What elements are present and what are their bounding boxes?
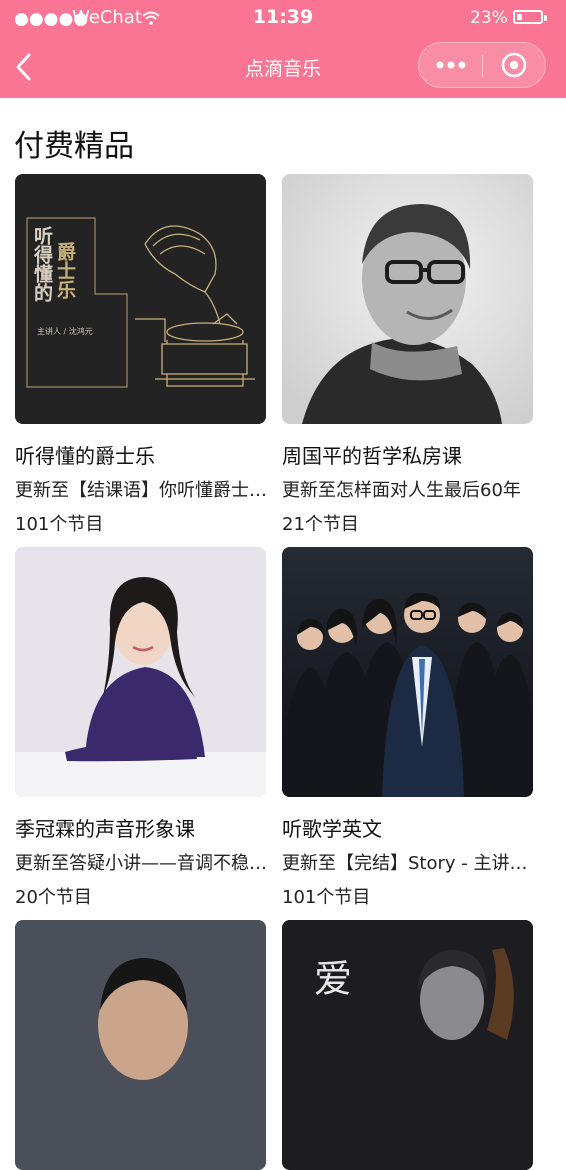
course-card[interactable]: 爱	[282, 920, 534, 1170]
more-button[interactable]	[419, 43, 482, 87]
cover-illustration: 爱	[282, 920, 533, 1170]
course-episode-count: 21个节目	[282, 514, 359, 535]
portrait-photo	[15, 547, 266, 797]
course-latest-update: 更新至答疑小讲——音调不稳怎么办	[15, 853, 267, 874]
more-dots-icon	[436, 61, 466, 69]
target-circle-icon	[501, 52, 527, 78]
cover-title-left: 听得懂的	[31, 225, 54, 302]
course-episode-count: 20个节目	[15, 887, 92, 908]
gramophone-cover-illustration: 爵士乐 听得懂的 主讲人 / 沈鸿元	[15, 174, 266, 424]
course-title: 听得懂的爵士乐	[15, 444, 155, 468]
cover-credit: 主讲人 / 沈鸿元	[37, 326, 93, 336]
portrait-photo	[282, 174, 533, 424]
course-card[interactable]: 爵士乐 听得懂的 主讲人 / 沈鸿元 听得懂的爵士乐 更新至【结课语】你听懂爵士…	[15, 174, 267, 535]
course-cover	[282, 547, 533, 797]
portrait-photo	[15, 920, 266, 1170]
app-header: ●●●●● WeChat 11:39 23% 点滴音乐	[0, 0, 566, 98]
course-card[interactable]: 听歌学英文 更新至【完结】Story - 主讲人寄语 101个节目	[282, 547, 534, 908]
battery-percent: 23%	[470, 8, 508, 28]
section-title: 付费精品	[14, 129, 134, 164]
course-cover: 爱	[282, 920, 533, 1170]
course-episode-count: 101个节目	[282, 887, 371, 908]
course-title: 季冠霖的声音形象课	[15, 817, 195, 841]
course-episode-count: 101个节目	[15, 514, 104, 535]
mini-program-capsule	[418, 42, 546, 88]
course-latest-update: 更新至怎样面对人生最后60年	[282, 480, 521, 501]
course-latest-update: 更新至【结课语】你听懂爵士乐了吗？	[15, 480, 267, 501]
battery-icon	[513, 10, 547, 24]
close-mini-program-button[interactable]	[483, 43, 545, 87]
course-latest-update: 更新至【完结】Story - 主讲人寄语	[282, 853, 534, 874]
status-bar: ●●●●● WeChat 11:39 23%	[0, 0, 566, 36]
course-card[interactable]	[15, 920, 267, 1170]
course-cover: 爵士乐 听得懂的 主讲人 / 沈鸿元	[15, 174, 266, 424]
course-card[interactable]: 周国平的哲学私房课 更新至怎样面对人生最后60年 21个节目	[282, 174, 534, 535]
course-cover	[15, 920, 266, 1170]
group-photo	[282, 547, 533, 797]
course-card[interactable]: 季冠霖的声音形象课 更新至答疑小讲——音调不稳怎么办 20个节目	[15, 547, 267, 908]
course-title: 周国平的哲学私房课	[282, 444, 462, 468]
course-cover	[282, 174, 533, 424]
course-cover	[15, 547, 266, 797]
cover-text: 爱	[314, 957, 352, 1001]
cover-title-right: 爵士乐	[54, 241, 76, 299]
course-title: 听歌学英文	[282, 817, 382, 841]
